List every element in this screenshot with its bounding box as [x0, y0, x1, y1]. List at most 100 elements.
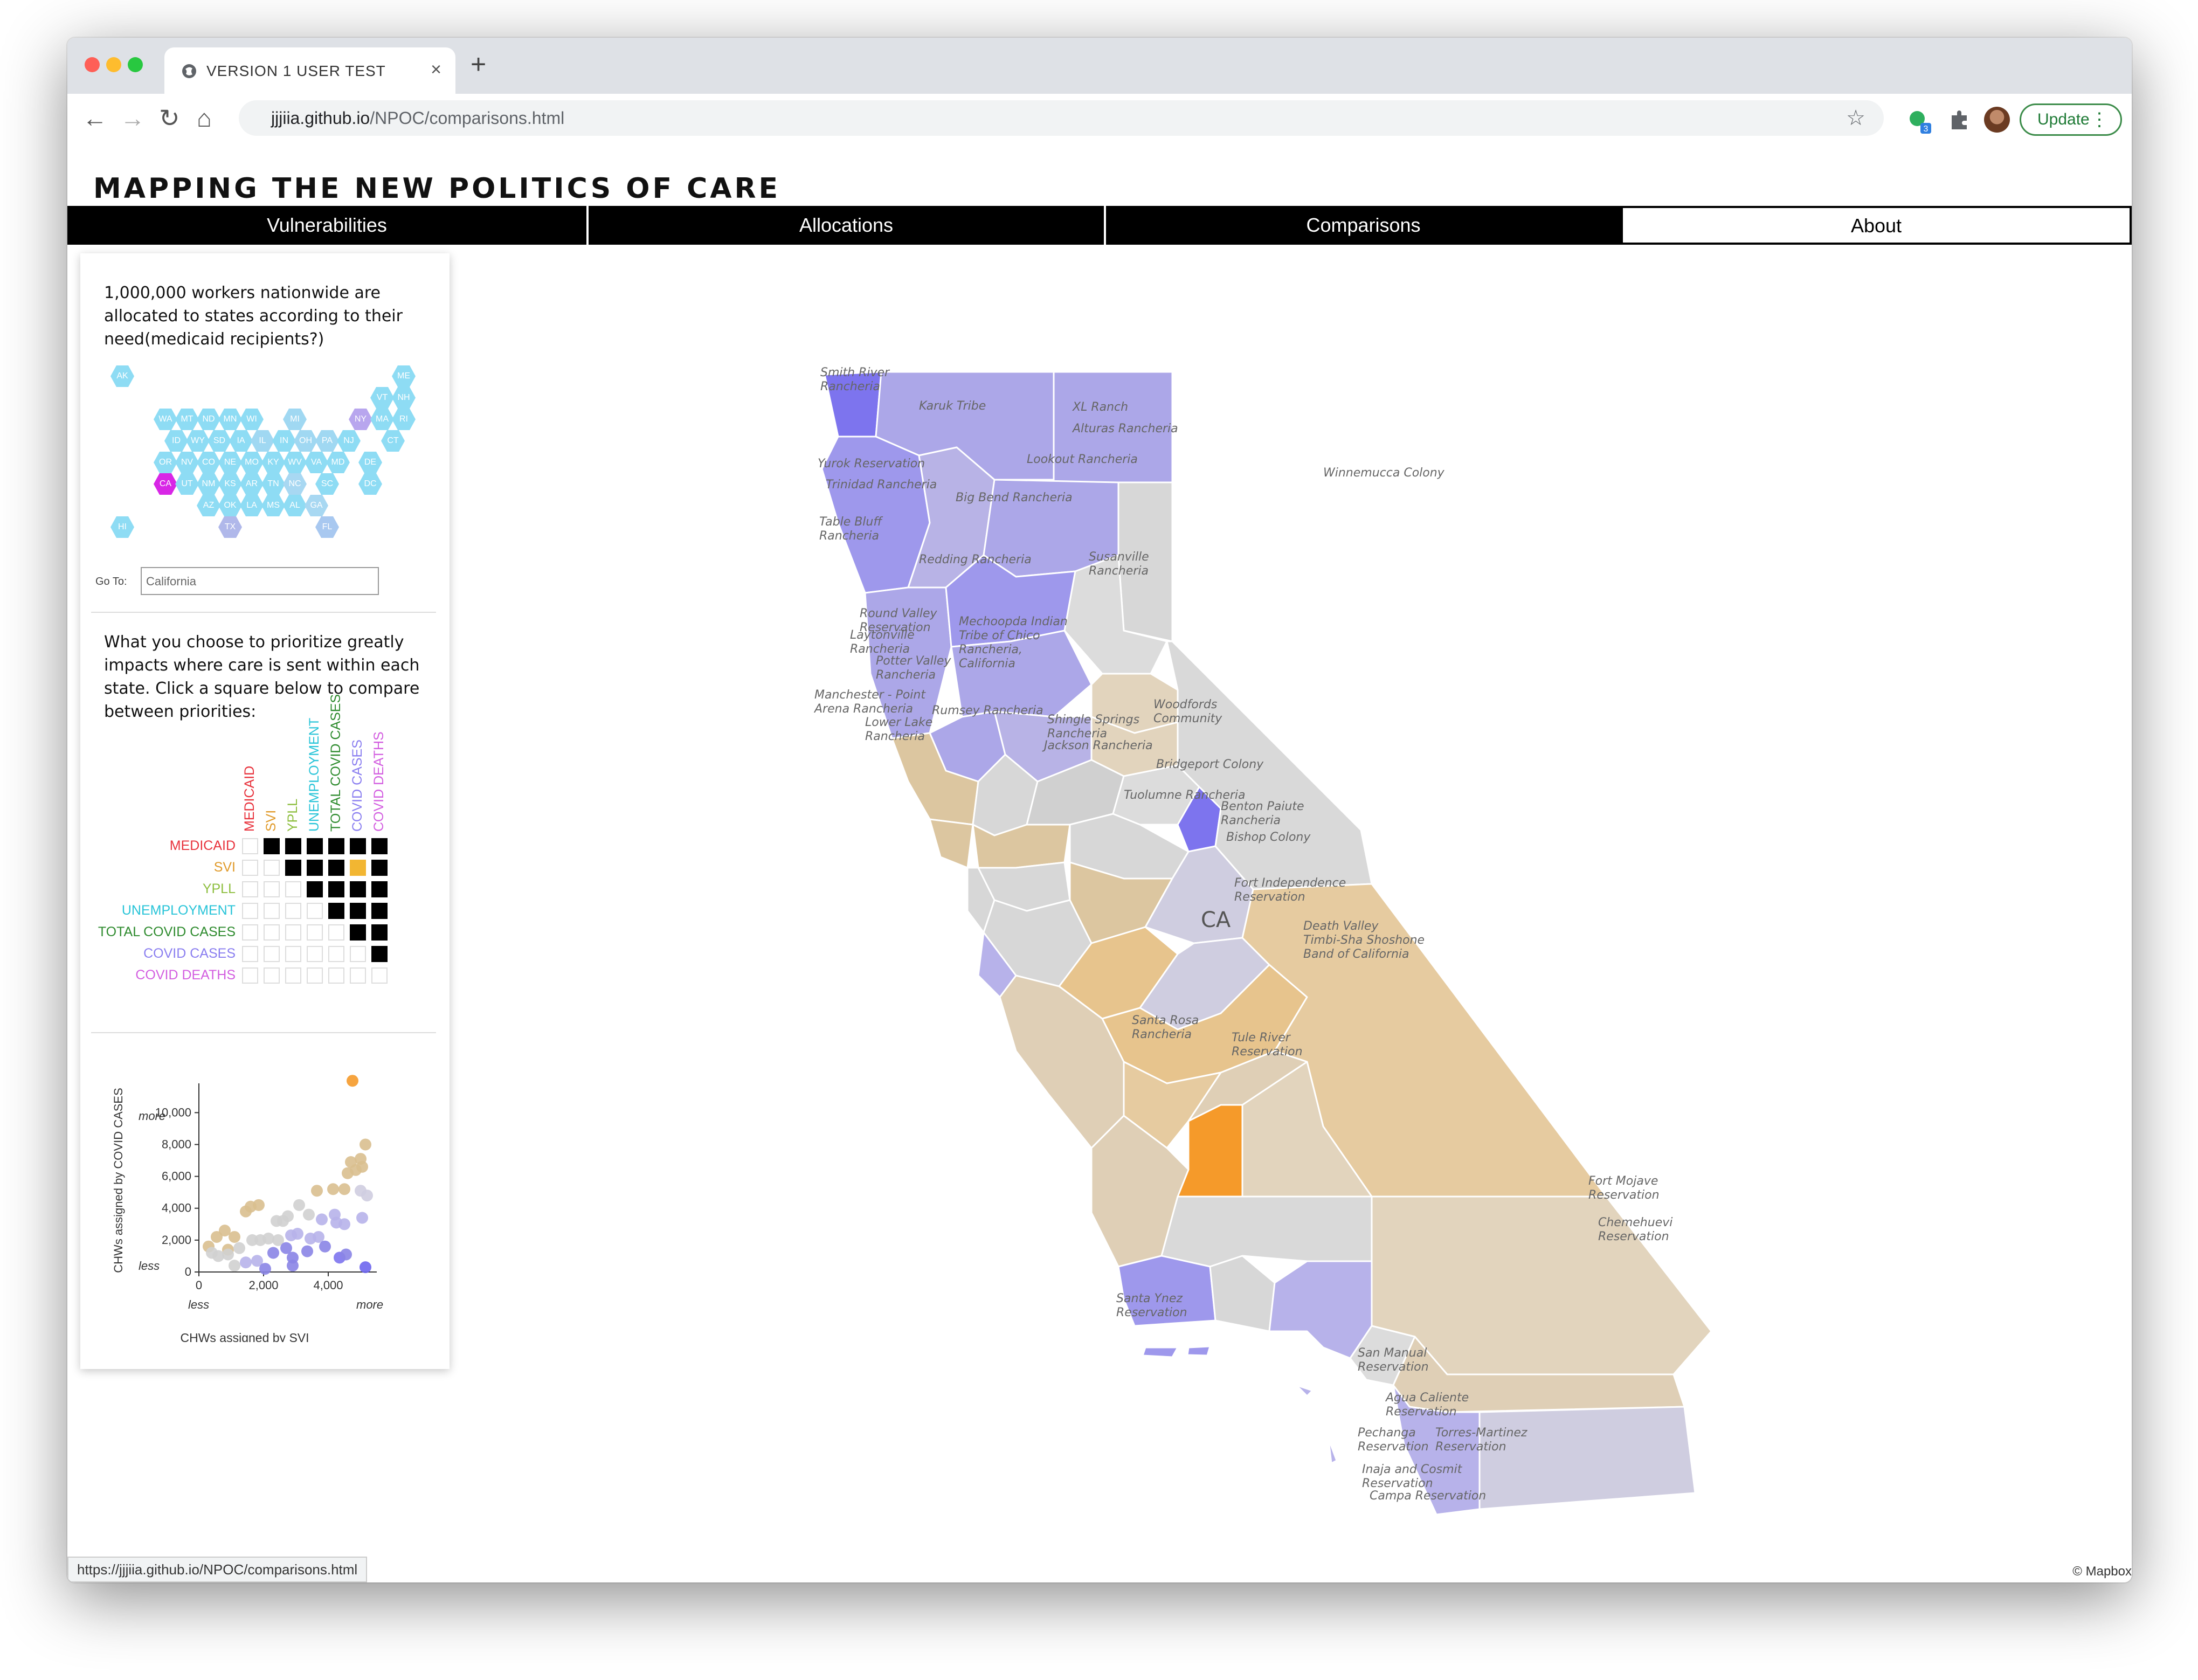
- profile-avatar[interactable]: [1984, 107, 2010, 133]
- matrix-cell[interactable]: [371, 881, 388, 897]
- hex-state-il[interactable]: IL: [251, 430, 274, 452]
- hex-state-ar[interactable]: AR: [240, 473, 264, 495]
- hex-state-nh[interactable]: NH: [392, 387, 416, 409]
- more-menu-icon[interactable]: ⋮: [2090, 105, 2109, 134]
- hex-state-ri[interactable]: RI: [392, 409, 416, 430]
- county-ventura[interactable]: [1209, 1255, 1276, 1332]
- matrix-cell[interactable]: [350, 903, 366, 919]
- scatter-plot[interactable]: 0 2,000 4,00002,0004,0006,0008,00010,000le…: [91, 1062, 436, 1342]
- hex-state-ca[interactable]: CA: [154, 473, 177, 495]
- matrix-cell[interactable]: [371, 903, 388, 919]
- matrix-cell[interactable]: [307, 860, 323, 876]
- matrix-cell[interactable]: [350, 881, 366, 897]
- hex-state-hi[interactable]: HI: [110, 516, 134, 538]
- matrix-cell[interactable]: [328, 838, 344, 854]
- hex-state-ia[interactable]: IA: [229, 430, 253, 452]
- hex-state-wv[interactable]: WV: [283, 452, 307, 473]
- hex-state-tn[interactable]: TN: [261, 473, 285, 495]
- hex-state-wi[interactable]: WI: [240, 409, 264, 430]
- hex-state-mi[interactable]: MI: [283, 409, 307, 430]
- hex-state-mo[interactable]: MO: [240, 452, 264, 473]
- matrix-cell[interactable]: [350, 838, 366, 854]
- hex-state-ny[interactable]: NY: [349, 409, 372, 430]
- goto-state-input[interactable]: California: [141, 567, 379, 595]
- hex-state-tx[interactable]: TX: [218, 516, 242, 538]
- hex-state-mn[interactable]: MN: [218, 409, 242, 430]
- address-bar[interactable]: jjjiia.github.io/NPOC/comparisons.html ☆: [239, 100, 1884, 136]
- hex-state-ak[interactable]: AK: [110, 365, 134, 387]
- hex-state-de[interactable]: DE: [358, 452, 382, 473]
- hex-state-ne[interactable]: NE: [218, 452, 242, 473]
- county-marin[interactable]: [929, 818, 974, 869]
- hex-state-me[interactable]: ME: [392, 365, 416, 387]
- hex-state-ct[interactable]: CT: [381, 430, 405, 452]
- x-low-label: less: [188, 1298, 209, 1311]
- matrix-cell[interactable]: [264, 838, 280, 854]
- back-icon[interactable]: ←: [82, 105, 107, 132]
- maximize-window-button[interactable]: [128, 57, 143, 72]
- hex-state-sc[interactable]: SC: [315, 473, 339, 495]
- hex-state-wy[interactable]: WY: [186, 430, 210, 452]
- home-icon[interactable]: ⌂: [197, 105, 212, 132]
- matrix-cell[interactable]: [371, 946, 388, 962]
- matrix-cell[interactable]: [285, 838, 301, 854]
- matrix-cell[interactable]: [371, 838, 388, 854]
- close-window-button[interactable]: [85, 57, 100, 72]
- matrix-cell[interactable]: [307, 881, 323, 897]
- county-kern[interactable]: [1160, 1195, 1373, 1268]
- hex-state-ma[interactable]: MA: [370, 409, 394, 430]
- matrix-cell[interactable]: [350, 924, 366, 941]
- browser-tab[interactable]: VERSION 1 USER TEST ×: [164, 47, 455, 94]
- matrix-cell[interactable]: [371, 924, 388, 941]
- hex-state-oh[interactable]: OH: [294, 430, 317, 452]
- close-tab-icon[interactable]: ×: [431, 59, 441, 80]
- matrix-cell[interactable]: [328, 903, 344, 919]
- hex-state-nc[interactable]: NC: [283, 473, 307, 495]
- matrix-cell[interactable]: [350, 860, 366, 876]
- hex-state-ok[interactable]: OK: [218, 495, 242, 516]
- new-tab-button[interactable]: +: [471, 49, 486, 80]
- county-los-angeles[interactable]: [1268, 1260, 1373, 1359]
- hex-state-nd[interactable]: ND: [197, 409, 220, 430]
- hex-state-nj[interactable]: NJ: [337, 430, 361, 452]
- hex-state-mt[interactable]: MT: [175, 409, 199, 430]
- hex-state-co[interactable]: CO: [197, 452, 220, 473]
- hex-state-pa[interactable]: PA: [315, 430, 339, 452]
- reload-icon[interactable]: ↻: [159, 105, 180, 132]
- county-solano[interactable]: [972, 824, 1071, 869]
- hex-state-va[interactable]: VA: [305, 452, 328, 473]
- hex-state-id[interactable]: ID: [164, 430, 188, 452]
- hex-state-ms[interactable]: MS: [261, 495, 285, 516]
- extension-icon[interactable]: 3: [1906, 108, 1934, 136]
- county-imperial[interactable]: [1478, 1406, 1696, 1510]
- puzzle-icon[interactable]: [1947, 108, 1971, 132]
- bookmark-star-icon[interactable]: ☆: [1846, 106, 1865, 130]
- update-button[interactable]: Update ⋮: [2020, 103, 2122, 136]
- hex-state-md[interactable]: MD: [326, 452, 350, 473]
- hex-state-vt[interactable]: VT: [370, 387, 394, 409]
- hex-state-la[interactable]: LA: [240, 495, 264, 516]
- hex-state-ut[interactable]: UT: [175, 473, 199, 495]
- hex-state-wa[interactable]: WA: [154, 409, 177, 430]
- hex-state-fl[interactable]: FL: [315, 516, 339, 538]
- matrix-cell[interactable]: [307, 838, 323, 854]
- hex-state-nv[interactable]: NV: [175, 452, 199, 473]
- hex-state-ks[interactable]: KS: [218, 473, 242, 495]
- hex-state-ga[interactable]: GA: [305, 495, 328, 516]
- matrix-cell[interactable]: [285, 860, 301, 876]
- map-attribution[interactable]: © Mapbox: [2072, 1564, 2132, 1579]
- matrix-cell[interactable]: [371, 860, 388, 876]
- hex-state-az[interactable]: AZ: [197, 495, 220, 516]
- hex-state-ky[interactable]: KY: [261, 452, 285, 473]
- matrix-cell: [285, 903, 301, 919]
- matrix-cell[interactable]: [328, 881, 344, 897]
- hex-state-in[interactable]: IN: [272, 430, 296, 452]
- hex-state-sd[interactable]: SD: [208, 430, 231, 452]
- minimize-window-button[interactable]: [106, 57, 121, 72]
- matrix-cell[interactable]: [328, 860, 344, 876]
- hex-state-dc[interactable]: DC: [358, 473, 382, 495]
- hex-state-nm[interactable]: NM: [197, 473, 220, 495]
- hex-state-or[interactable]: OR: [154, 452, 177, 473]
- hex-state-al[interactable]: AL: [283, 495, 307, 516]
- forward-icon[interactable]: →: [120, 105, 145, 132]
